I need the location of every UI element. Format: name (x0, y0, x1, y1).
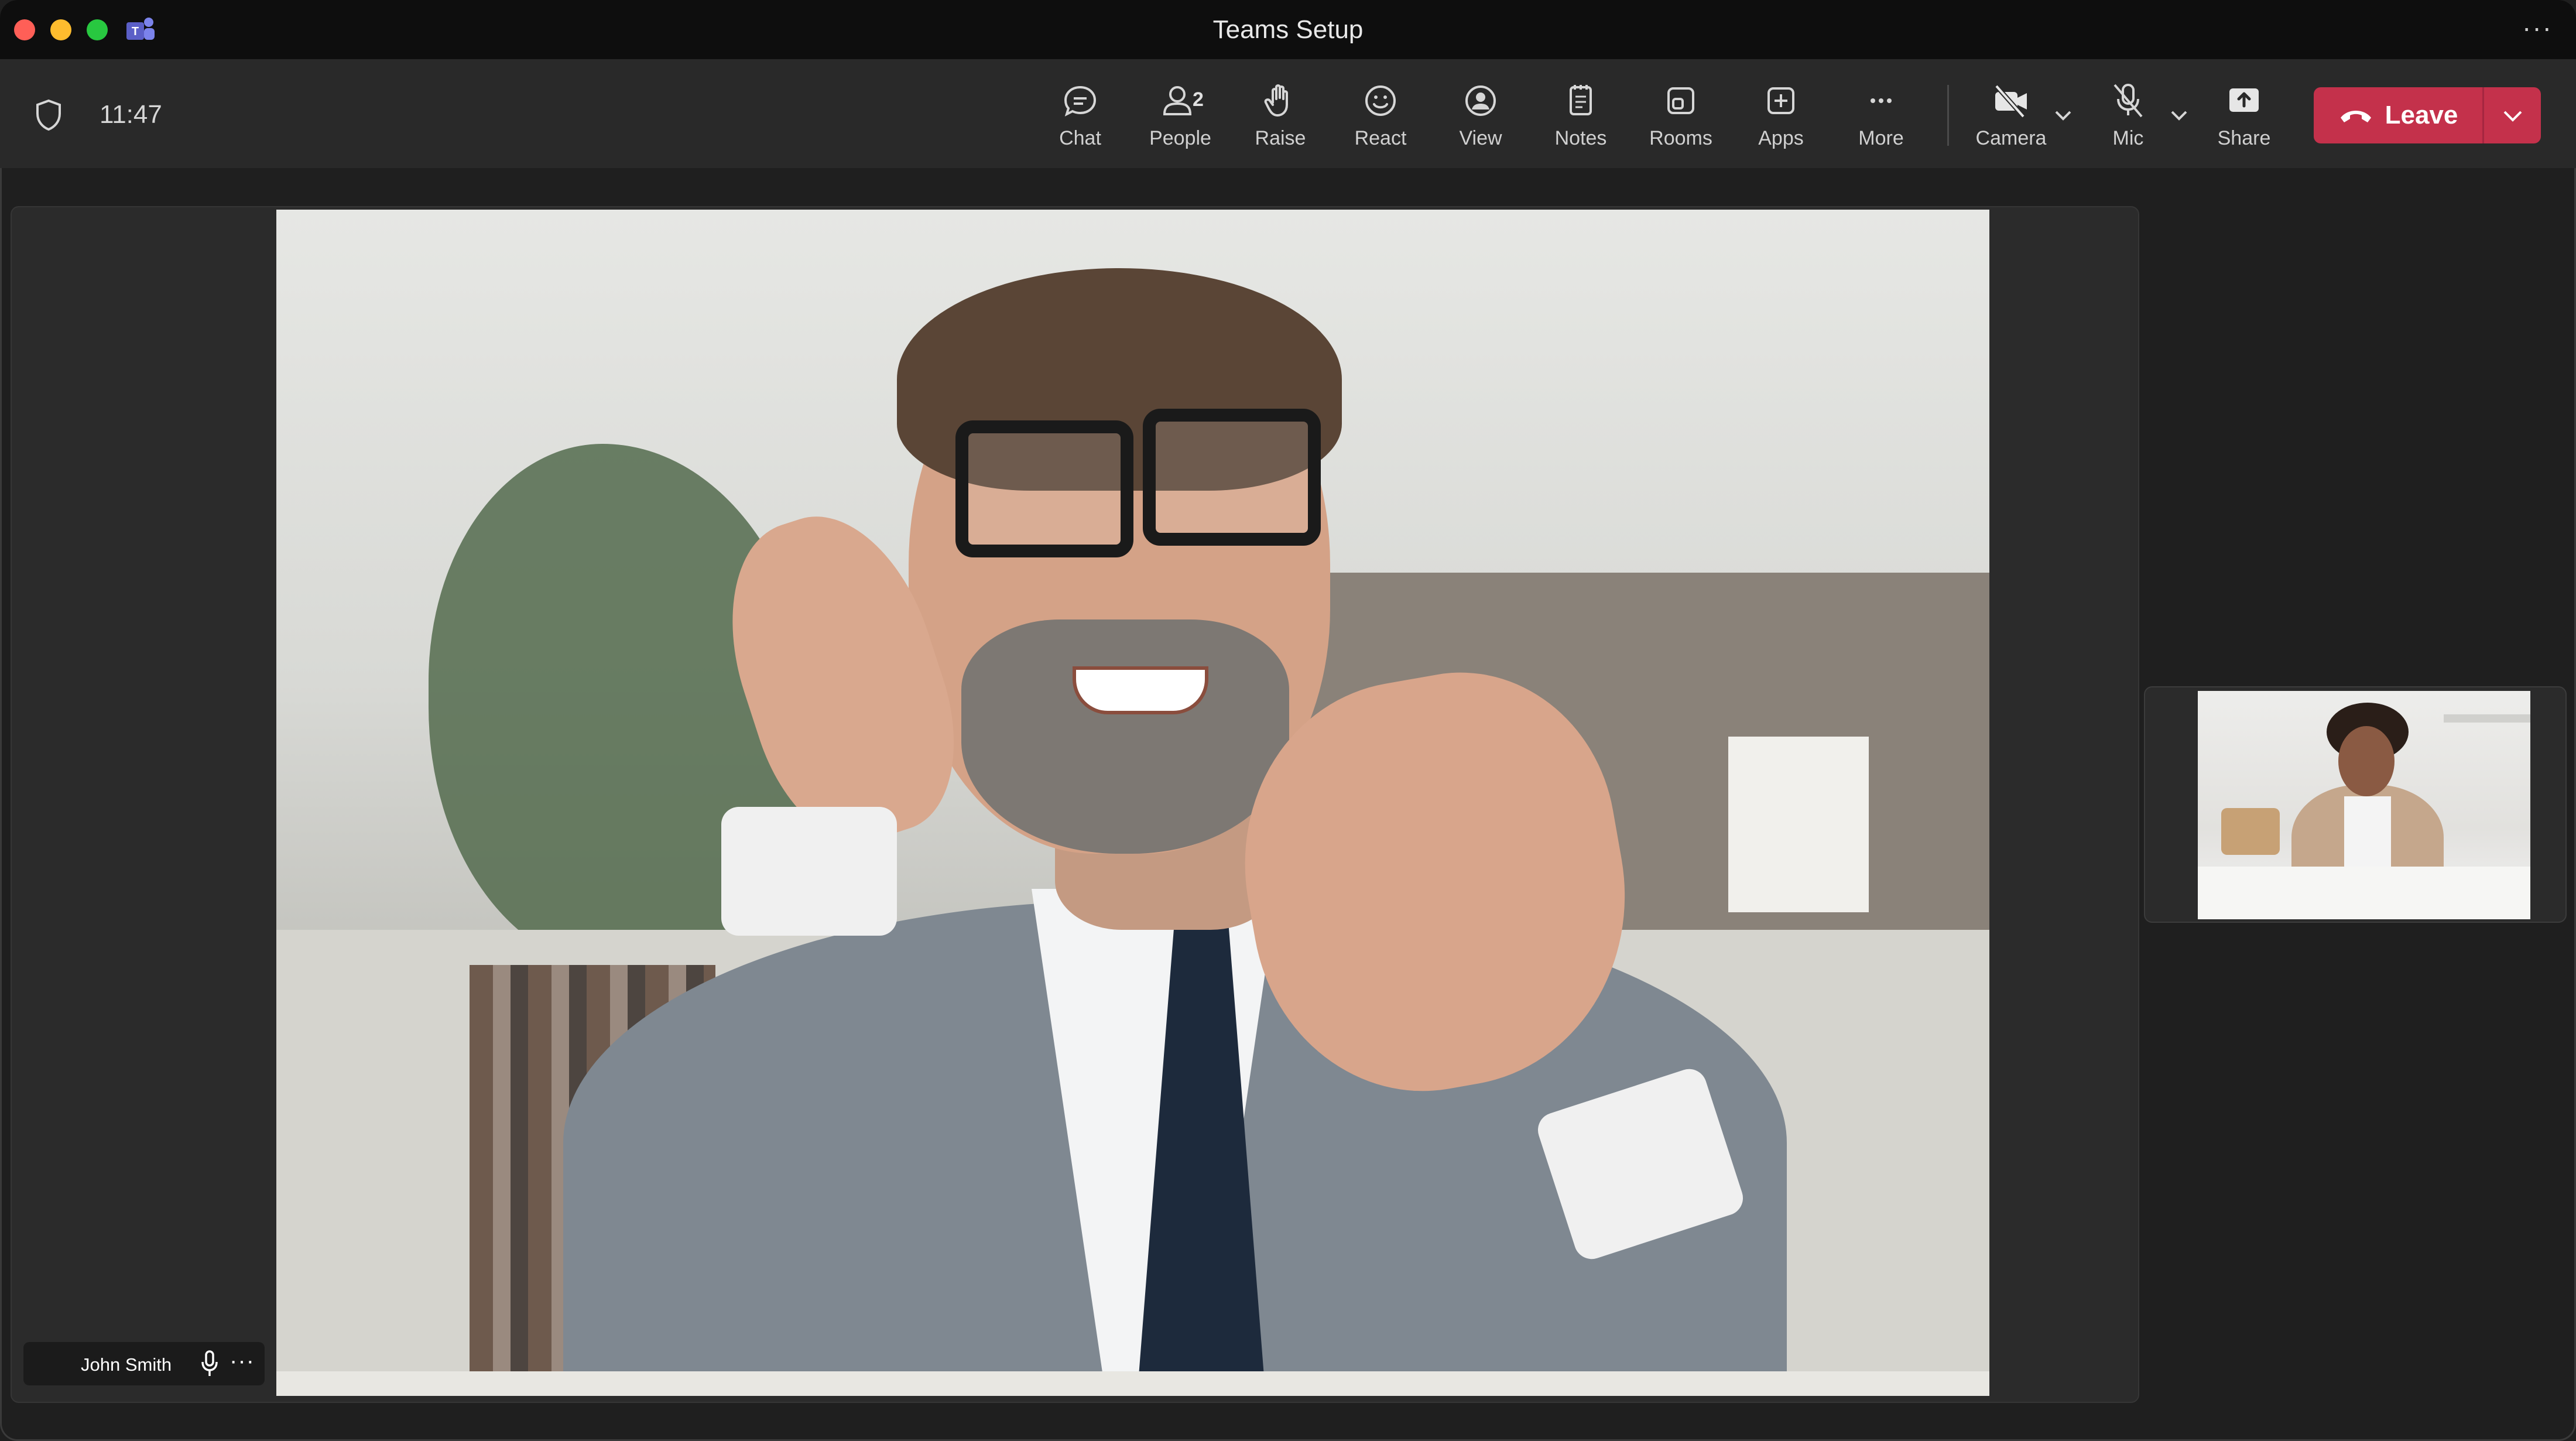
microphone-icon (201, 1350, 218, 1376)
apps-button[interactable]: Apps (1737, 80, 1825, 150)
camera-off-icon (1995, 84, 2027, 118)
mic-options-chevron-icon[interactable] (2167, 106, 2191, 124)
participant-name: John Smith (81, 1354, 172, 1375)
leave-options-chevron-icon[interactable] (2500, 105, 2526, 126)
camera-options-chevron-icon[interactable] (2051, 106, 2075, 124)
participant-smile (1073, 666, 1208, 714)
video-background-easel (1728, 737, 1869, 912)
mic-label: Mic (2112, 127, 2144, 149)
participant-cuff-left (721, 807, 897, 936)
camera-label: Camera (1975, 127, 2047, 149)
participant-glasses-right (1143, 409, 1321, 546)
toolbar-divider (1947, 85, 1949, 146)
thumbnail-person-shirt (2344, 796, 2391, 878)
apps-label: Apps (1758, 127, 1804, 149)
thumbnail-shelf (2444, 714, 2530, 723)
chat-button[interactable]: Chat (1036, 80, 1124, 150)
rooms-label: Rooms (1649, 127, 1712, 149)
more-label: More (1858, 127, 1904, 149)
view-icon (1465, 85, 1496, 116)
raise-hand-button[interactable]: Raise (1236, 80, 1324, 150)
mic-off-icon (2113, 84, 2143, 118)
share-label: Share (2217, 127, 2271, 149)
rooms-icon (1667, 87, 1694, 114)
meeting-toolbar: 11:47 Chat 2 People Raise React View Not… (0, 59, 2576, 168)
react-label: React (1354, 127, 1407, 149)
notes-label: Notes (1554, 127, 1607, 149)
raised-hand-icon (1264, 84, 1288, 117)
thumbnail-person-head (2338, 726, 2395, 796)
window-title: Teams Setup (1212, 15, 1364, 44)
teams-meeting-window: T Teams Setup ··· 11:47 Chat 2 People Ra… (0, 0, 2576, 1441)
share-button[interactable]: Share (2200, 80, 2288, 150)
window-more-button[interactable]: ··· (2522, 12, 2553, 43)
participant-video-main[interactable] (276, 210, 1989, 1396)
people-label: People (1149, 127, 1211, 149)
notes-button[interactable]: Notes (1537, 80, 1625, 150)
participant-tile-secondary[interactable] (2144, 686, 2567, 923)
leave-divider (2482, 87, 2484, 143)
participant-video-thumbnail (2198, 691, 2530, 919)
mic-button[interactable]: Mic (2084, 80, 2172, 150)
title-bar: T Teams Setup ··· (0, 0, 2576, 59)
view-button[interactable]: View (1437, 80, 1525, 150)
more-button[interactable]: More (1837, 80, 1925, 150)
leave-label: Leave (2385, 101, 2458, 129)
phone-hangup-icon (2340, 111, 2371, 122)
participant-glasses-left (955, 420, 1133, 557)
leave-button[interactable]: Leave (2314, 87, 2482, 143)
people-button[interactable]: 2 People (1136, 80, 1224, 150)
chat-bubble-icon (1064, 85, 1097, 117)
smiley-icon (1365, 85, 1396, 116)
raise-label: Raise (1255, 127, 1306, 149)
rooms-button[interactable]: Rooms (1637, 80, 1725, 150)
camera-button[interactable]: Camera (1967, 80, 2055, 150)
participant-more-button[interactable]: ··· (229, 1348, 255, 1374)
notes-icon (1570, 85, 1592, 115)
meeting-stage: John Smith ··· (11, 206, 2139, 1403)
react-button[interactable]: React (1337, 80, 1424, 150)
share-tray-icon (2229, 88, 2259, 112)
ellipsis-icon (1871, 98, 1892, 103)
plus-square-icon (1767, 87, 1794, 114)
people-count-badge: 2 (1193, 88, 1204, 111)
thumbnail-basket (2221, 808, 2280, 855)
meeting-timer: 11:47 (100, 100, 162, 129)
shield-icon[interactable] (34, 98, 63, 131)
leave-button-group: Leave (2314, 87, 2541, 143)
participant-beard (961, 619, 1289, 854)
chat-label: Chat (1059, 127, 1101, 149)
participant-name-tag: John Smith ··· (23, 1342, 265, 1385)
video-desk (276, 1371, 1989, 1396)
thumbnail-desk (2198, 867, 2530, 919)
view-label: View (1459, 127, 1502, 149)
